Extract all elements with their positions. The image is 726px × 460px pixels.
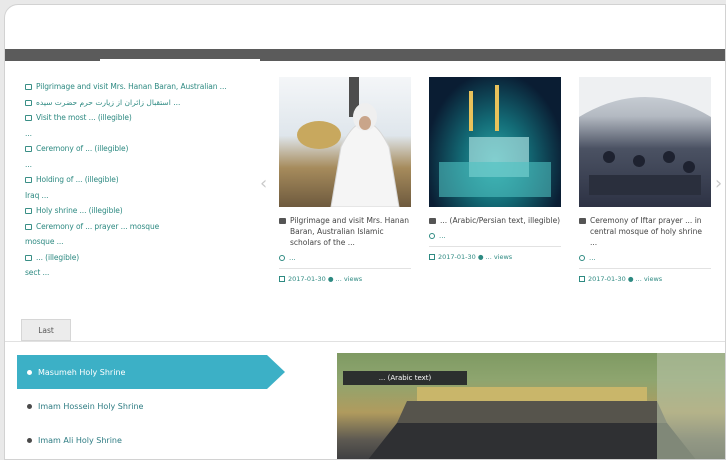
- shrine-item-ali[interactable]: Imam Ali Holy Shrine: [17, 423, 285, 457]
- card-title[interactable]: Ceremony of Iftar prayer ... in central …: [579, 215, 711, 248]
- news-card[interactable]: Ceremony of Iftar prayer ... in central …: [579, 77, 711, 283]
- document-icon: [25, 115, 32, 121]
- list-item[interactable]: sect ...: [25, 267, 240, 279]
- top-navigation-bar: [5, 49, 725, 63]
- news-list: Pilgrimage and visit Mrs. Hanan Baran, A…: [25, 81, 240, 283]
- user-icon: [279, 255, 285, 261]
- bullet-icon: [27, 369, 32, 375]
- list-item[interactable]: Visit the most ... (illegible): [25, 112, 240, 124]
- list-item[interactable]: استقبال زائران از زیارت حرم حضرت سیده ..…: [25, 97, 240, 109]
- list-item[interactable]: ...: [25, 159, 240, 171]
- card-meta: 2017-01-30 ● ... views: [279, 275, 411, 283]
- bullet-icon: [27, 437, 32, 443]
- document-icon: [25, 146, 32, 152]
- calendar-icon: [579, 276, 585, 282]
- news-card[interactable]: ... (Arabic/Persian text, illegible) ...…: [429, 77, 561, 261]
- chevron-right-icon[interactable]: ›: [715, 173, 722, 194]
- card-title[interactable]: ... (Arabic/Persian text, illegible): [429, 215, 561, 226]
- document-icon: [25, 99, 32, 106]
- card-image[interactable]: [579, 77, 711, 207]
- list-item[interactable]: Ceremony of ... (illegible): [25, 143, 240, 155]
- shrine-nav: Masumeh Holy Shrine Imam Hossein Holy Sh…: [17, 355, 285, 457]
- document-icon: [25, 223, 32, 230]
- card-author: ...: [429, 232, 561, 247]
- list-item[interactable]: Ceremony of ... prayer ... mosque: [25, 221, 240, 233]
- card-image[interactable]: [279, 77, 411, 207]
- card-meta: 2017-01-30 ● ... views: [579, 275, 711, 283]
- list-item[interactable]: Holy shrine ... (illegible): [25, 205, 240, 217]
- list-item[interactable]: ... (illegible): [25, 252, 240, 264]
- document-icon: [25, 177, 32, 183]
- section-divider: [5, 341, 725, 342]
- chevron-left-icon[interactable]: ‹: [260, 173, 267, 194]
- document-icon: [25, 254, 32, 261]
- document-icon: [25, 84, 32, 90]
- shrine-image[interactable]: ... (Arabic text): [337, 353, 725, 459]
- card-author: ...: [579, 254, 711, 269]
- page-frame: Pilgrimage and visit Mrs. Hanan Baran, A…: [4, 4, 726, 460]
- calendar-icon: [279, 276, 285, 282]
- shrine-item-masumeh[interactable]: Masumeh Holy Shrine: [17, 355, 285, 389]
- news-card[interactable]: Pilgrimage and visit Mrs. Hanan Baran, A…: [279, 77, 411, 283]
- list-item[interactable]: Holding of ... (illegible): [25, 174, 240, 186]
- card-author: ...: [279, 254, 411, 269]
- card-image[interactable]: [429, 77, 561, 207]
- image-icon: [579, 218, 586, 224]
- list-item[interactable]: ...: [25, 128, 240, 140]
- user-icon: [579, 255, 585, 261]
- document-icon: [25, 208, 32, 214]
- card-title[interactable]: Pilgrimage and visit Mrs. Hanan Baran, A…: [279, 215, 411, 248]
- calendar-icon: [429, 254, 435, 260]
- image-icon: [279, 218, 286, 224]
- video-icon: [429, 218, 436, 224]
- shrine-item-hossein[interactable]: Imam Hossein Holy Shrine: [17, 389, 285, 423]
- last-button[interactable]: Last: [21, 319, 71, 341]
- list-item[interactable]: mosque ...: [25, 236, 240, 248]
- list-item[interactable]: Iraq ...: [25, 190, 240, 202]
- bullet-icon: [27, 403, 32, 409]
- list-item[interactable]: Pilgrimage and visit Mrs. Hanan Baran, A…: [25, 81, 240, 93]
- user-icon: [429, 233, 435, 239]
- card-meta: 2017-01-30 ● ... views: [429, 253, 561, 261]
